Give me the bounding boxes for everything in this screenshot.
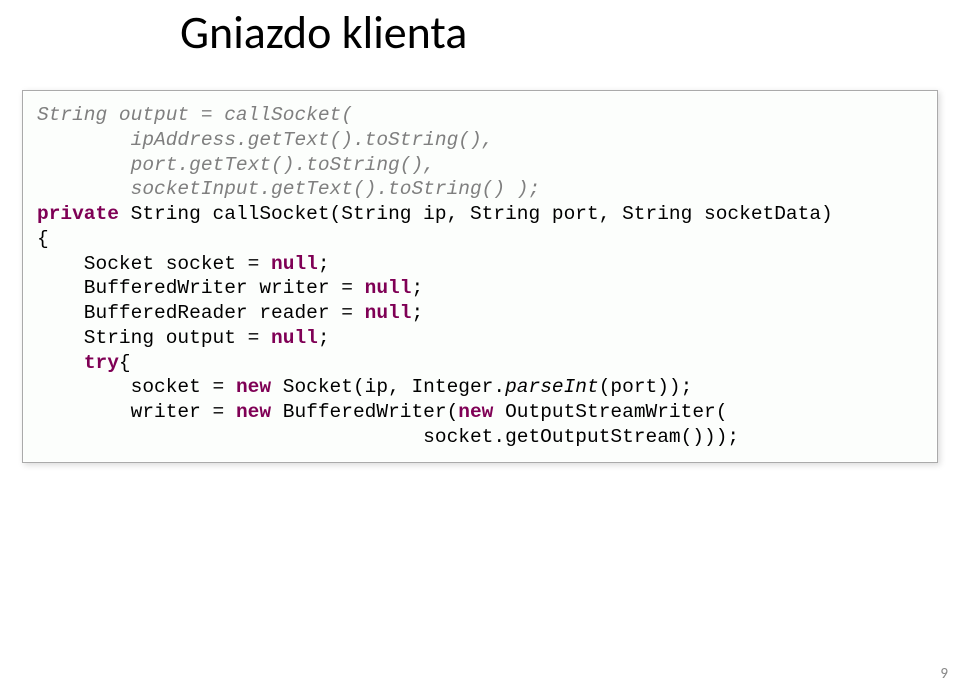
code-line: ipAddress.getText().toString(), [37, 129, 493, 151]
code-text: socket = [37, 376, 236, 398]
slide-title: Gniazdo klienta [180, 5, 467, 61]
code-text [37, 352, 84, 374]
code-text: BufferedWriter writer = [37, 277, 365, 299]
code-line: String output = callSocket( [37, 104, 353, 126]
code-text: BufferedReader reader = [37, 302, 365, 324]
code-text: ; [411, 302, 423, 324]
code-block: String output = callSocket( ipAddress.ge… [22, 90, 938, 463]
code-text: String callSocket(String ip, String port… [119, 203, 833, 225]
code-kw: private [37, 203, 119, 225]
code-text: writer = [37, 401, 236, 423]
code-text: parseInt [505, 376, 599, 398]
code-kw: null [365, 277, 412, 299]
code-kw: new [458, 401, 493, 423]
code-line: socketInput.getText().toString() ); [37, 178, 540, 200]
code-kw: new [236, 376, 271, 398]
code-kw: null [271, 253, 318, 275]
code-text: ; [318, 327, 330, 349]
code-kw: try [84, 352, 119, 374]
code-kw: null [271, 327, 318, 349]
page-number: 9 [940, 665, 948, 683]
code-text: Socket socket = [37, 253, 271, 275]
code-text: BufferedWriter( [271, 401, 458, 423]
code-kw: null [365, 302, 412, 324]
code-text: ; [318, 253, 330, 275]
code-text: (port)); [599, 376, 693, 398]
code-line: port.getText().toString(), [37, 154, 435, 176]
code-text: ; [411, 277, 423, 299]
code-text: Socket(ip, Integer. [271, 376, 505, 398]
code-text: OutputStreamWriter( [493, 401, 727, 423]
code-text: { [119, 352, 131, 374]
code-text: String output = [37, 327, 271, 349]
code-kw: new [236, 401, 271, 423]
code-text: socket.getOutputStream())); [37, 426, 739, 448]
code-text: { [37, 228, 49, 250]
